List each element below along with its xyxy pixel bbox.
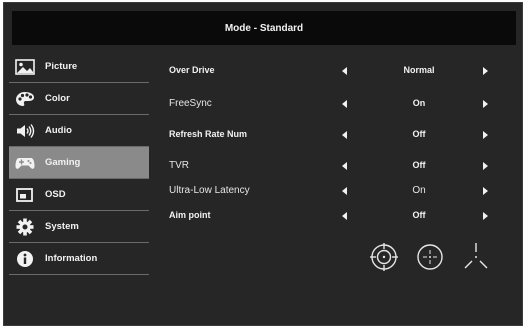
setting-label: Aim point — [169, 210, 211, 220]
sidebar-item-label: System — [45, 221, 79, 232]
speaker-icon — [15, 122, 35, 140]
arrow-right-icon[interactable] — [483, 100, 488, 108]
aim-point-options — [369, 242, 491, 272]
arrow-left-icon[interactable] — [342, 187, 347, 195]
sidebar-item-label: OSD — [45, 189, 66, 200]
sidebar-item-picture[interactable]: Picture — [9, 51, 149, 83]
sidebar-item-color[interactable]: Color — [9, 83, 149, 115]
arrow-left-icon[interactable] — [342, 162, 347, 170]
setting-value: Off — [412, 160, 426, 170]
arrow-right-icon[interactable] — [483, 212, 488, 220]
gear-icon — [15, 218, 35, 236]
crosshair-circle-icon[interactable] — [369, 242, 399, 272]
info-icon — [15, 250, 35, 268]
setting-value: Off — [412, 129, 426, 139]
setting-label: Refresh Rate Num — [169, 129, 248, 139]
sidebar: Picture Color Audio Gaming OSD System In… — [4, 51, 149, 275]
setting-label: FreeSync — [169, 98, 212, 109]
sidebar-item-label: Color — [45, 93, 70, 104]
crosshair-y-icon[interactable] — [461, 242, 491, 272]
mode-title: Mode - Standard — [12, 11, 516, 45]
setting-refresh-rate-num[interactable]: Refresh Rate Num Off — [169, 125, 499, 150]
sidebar-item-osd[interactable]: OSD — [9, 179, 149, 211]
setting-label: Over Drive — [169, 65, 215, 75]
setting-over-drive[interactable]: Over Drive Normal — [169, 61, 499, 86]
arrow-left-icon[interactable] — [342, 100, 347, 108]
setting-label: Ultra-Low Latency — [169, 185, 250, 196]
sidebar-item-gaming[interactable]: Gaming — [9, 147, 149, 179]
setting-label: TVR — [169, 160, 189, 171]
setting-aim-point[interactable]: Aim point Off — [169, 206, 499, 231]
arrow-left-icon[interactable] — [342, 67, 347, 75]
arrow-left-icon[interactable] — [342, 131, 347, 139]
palette-icon — [15, 90, 35, 108]
sidebar-item-label: Audio — [45, 125, 72, 136]
gamepad-icon — [15, 154, 35, 172]
arrow-right-icon[interactable] — [483, 187, 488, 195]
sidebar-item-label: Information — [45, 253, 98, 264]
setting-value: Normal — [403, 65, 435, 75]
arrow-left-icon[interactable] — [342, 212, 347, 220]
osd-menu: Mode - Standard Picture Color Audio Gami… — [3, 2, 523, 326]
arrow-right-icon[interactable] — [483, 131, 488, 139]
sidebar-item-label: Gaming — [45, 157, 81, 168]
setting-tvr[interactable]: TVR Off — [169, 156, 499, 181]
crosshair-dotted-icon[interactable] — [415, 242, 445, 272]
sidebar-item-system[interactable]: System — [9, 211, 149, 243]
setting-ultra-low-latency[interactable]: Ultra-Low Latency On — [169, 181, 499, 206]
setting-value: Off — [412, 210, 426, 220]
setting-value: On — [412, 98, 426, 108]
setting-freesync[interactable]: FreeSync On — [169, 94, 499, 119]
sidebar-item-label: Picture — [45, 61, 78, 72]
picture-icon — [15, 58, 35, 76]
sidebar-item-audio[interactable]: Audio — [9, 115, 149, 147]
arrow-right-icon[interactable] — [483, 67, 488, 75]
arrow-right-icon[interactable] — [483, 162, 488, 170]
setting-value: On — [412, 185, 426, 196]
sidebar-item-information[interactable]: Information — [9, 243, 149, 275]
osd-icon — [15, 186, 35, 204]
gaming-settings: Over Drive Normal FreeSync On Refresh Ra… — [169, 61, 499, 220]
